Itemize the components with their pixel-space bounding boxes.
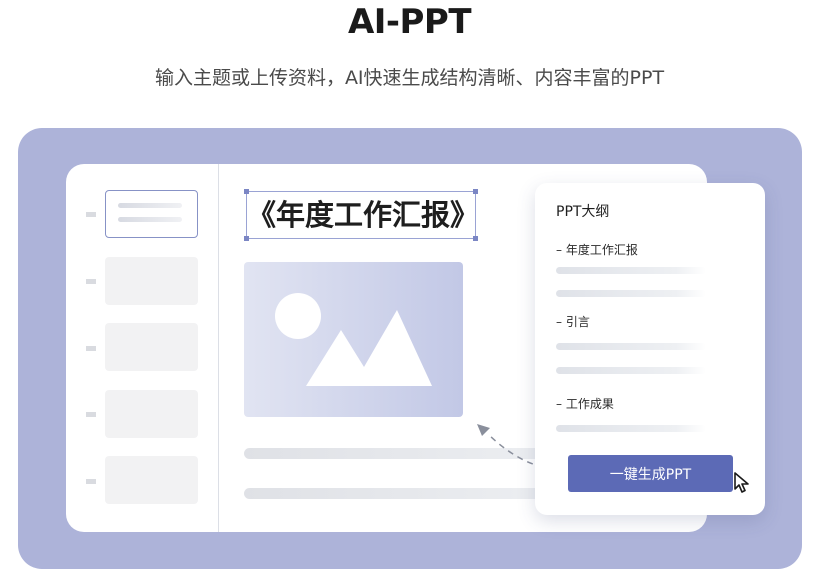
outline-line [556,290,706,297]
outline-title: PPT大纲 [556,204,610,220]
slide-heading[interactable]: 《年度工作汇报》 [247,193,479,237]
sidebar-divider [218,164,219,532]
slide-marker [86,279,96,284]
mouse-pointer-icon [734,472,749,493]
body-text-line [244,488,544,499]
slide-marker [86,412,96,417]
thumbnail-line [118,203,182,208]
outline-line [556,343,706,350]
outline-item: – 引言 [556,315,590,329]
page-subtitle: 输入主题或上传资料，AI快速生成结构清晰、内容丰富的PPT [154,67,665,89]
slide-marker [86,346,96,351]
page-title: AI-PPT [347,2,472,42]
slide-thumbnail[interactable] [105,323,198,371]
image-block [244,262,463,417]
slide-thumbnail-active[interactable] [105,190,198,238]
slide-marker [86,479,96,484]
outline-line [556,367,706,374]
outline-item: – 工作成果 [556,397,614,411]
slide-thumbnail[interactable] [105,456,198,504]
outline-item: – 年度工作汇报 [556,243,638,257]
slide-thumbnail[interactable] [105,390,198,438]
slide-marker [86,212,96,217]
generate-ppt-button[interactable]: 一键生成PPT [568,455,733,492]
image-placeholder-icon [275,293,432,386]
outline-line [556,267,706,274]
thumbnail-line [118,217,182,222]
outline-line [556,425,706,432]
slide-thumbnail[interactable] [105,257,198,305]
